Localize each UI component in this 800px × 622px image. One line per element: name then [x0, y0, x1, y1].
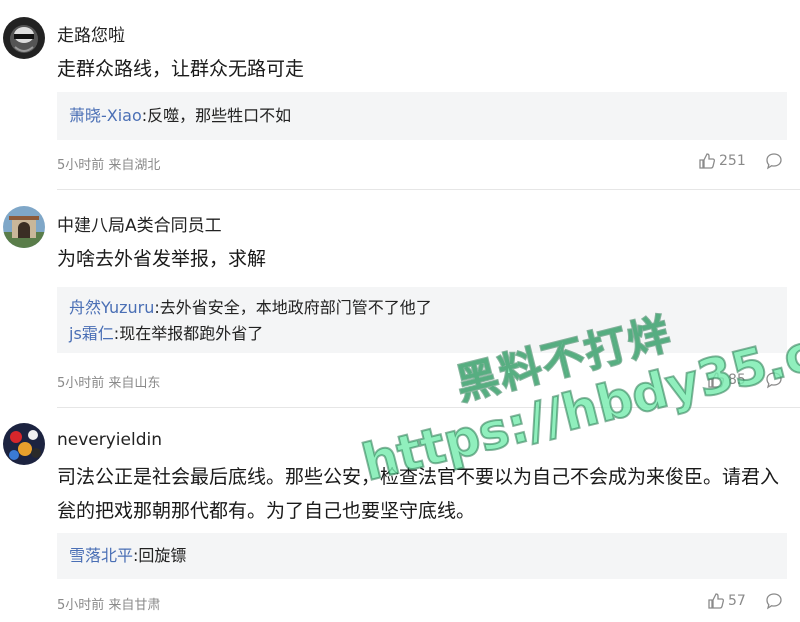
reply-box[interactable]: 萧晓-Xiao:反噬，那些牲口不如 — [57, 92, 787, 140]
like-count: 85 — [728, 372, 746, 388]
reply-text: :反噬，那些牲口不如 — [141, 106, 292, 125]
comment-text: 司法公正是社会最后底线。那些公安，检查法官不要以为自己不会成为来俊臣。请君入瓮的… — [57, 466, 780, 522]
reply-item[interactable]: 萧晓-Xiao:反噬，那些牲口不如 — [69, 100, 775, 132]
reply-icon[interactable] — [765, 371, 783, 389]
reply-item[interactable]: 雪落北平:回旋镖 — [69, 541, 775, 571]
avatar[interactable] — [3, 206, 45, 248]
reply-author[interactable]: 雪落北平 — [69, 546, 133, 565]
username[interactable]: 走路您啦 — [57, 21, 125, 46]
reply-item[interactable]: 舟然Yuzuru:去外省安全，本地政府部门管不了他了 — [69, 295, 775, 321]
reply-author[interactable]: 舟然Yuzuru — [69, 298, 154, 317]
username[interactable]: 中建八局A类合同员工 — [57, 211, 222, 236]
reply-box[interactable]: 舟然Yuzuru:去外省安全，本地政府部门管不了他了 js霜仁:现在举报都跑外省… — [57, 287, 787, 353]
reply-text: :现在举报都跑外省了 — [113, 324, 264, 343]
reply-author[interactable]: 萧晓-Xiao — [69, 106, 142, 125]
like-button[interactable]: 57 — [707, 592, 746, 610]
avatar[interactable] — [3, 423, 45, 465]
comment-meta: 5小时前 来自湖北 — [57, 158, 161, 173]
comment-text: 为啥去外省发举报，求解 — [57, 248, 267, 270]
reply-author[interactable]: js霜仁 — [69, 324, 114, 343]
like-button[interactable]: 85 — [707, 371, 746, 389]
thumbs-up-icon — [699, 153, 715, 169]
reply-box[interactable]: 雪落北平:回旋镖 — [57, 533, 787, 579]
thumbs-up-icon — [708, 372, 724, 388]
reply-item[interactable]: js霜仁:现在举报都跑外省了 — [69, 321, 775, 347]
comment-meta: 5小时前 来自山东 — [57, 376, 161, 391]
divider — [57, 189, 800, 190]
reply-text: :去外省安全，本地政府部门管不了他了 — [154, 298, 432, 317]
comment-text: 走群众路线，让群众无路可走 — [57, 58, 305, 80]
comment-meta: 5小时前 来自甘肃 — [57, 598, 161, 613]
avatar[interactable] — [3, 17, 45, 59]
reply-text: :回旋镖 — [133, 546, 187, 565]
username[interactable]: neveryieldin — [57, 430, 162, 450]
like-count: 251 — [719, 153, 746, 169]
reply-icon[interactable] — [765, 592, 783, 610]
like-button[interactable]: 251 — [698, 152, 746, 170]
thumbs-up-icon — [708, 593, 724, 609]
reply-icon[interactable] — [765, 152, 783, 170]
like-count: 57 — [728, 593, 746, 609]
divider — [57, 407, 800, 408]
